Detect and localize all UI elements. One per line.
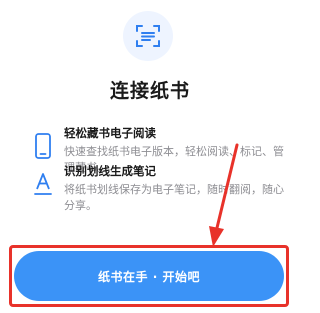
phone-icon — [35, 133, 51, 159]
scan-frame-icon — [136, 25, 160, 47]
page-title: 连接纸书 — [109, 80, 190, 102]
feature-description: 将纸书划线保存为电子笔记，随时翻阅，随心分享。 — [64, 183, 284, 212]
cta-highlight-box: 纸书在手 · 开始吧 — [9, 245, 289, 307]
scan-icon-container — [123, 11, 173, 61]
feature-title: 识别划线生成笔记 — [64, 164, 156, 178]
text-underline-icon — [34, 173, 52, 195]
start-button[interactable]: 纸书在手 · 开始吧 — [14, 251, 284, 301]
feature-title: 轻松藏书电子阅读 — [64, 126, 156, 140]
